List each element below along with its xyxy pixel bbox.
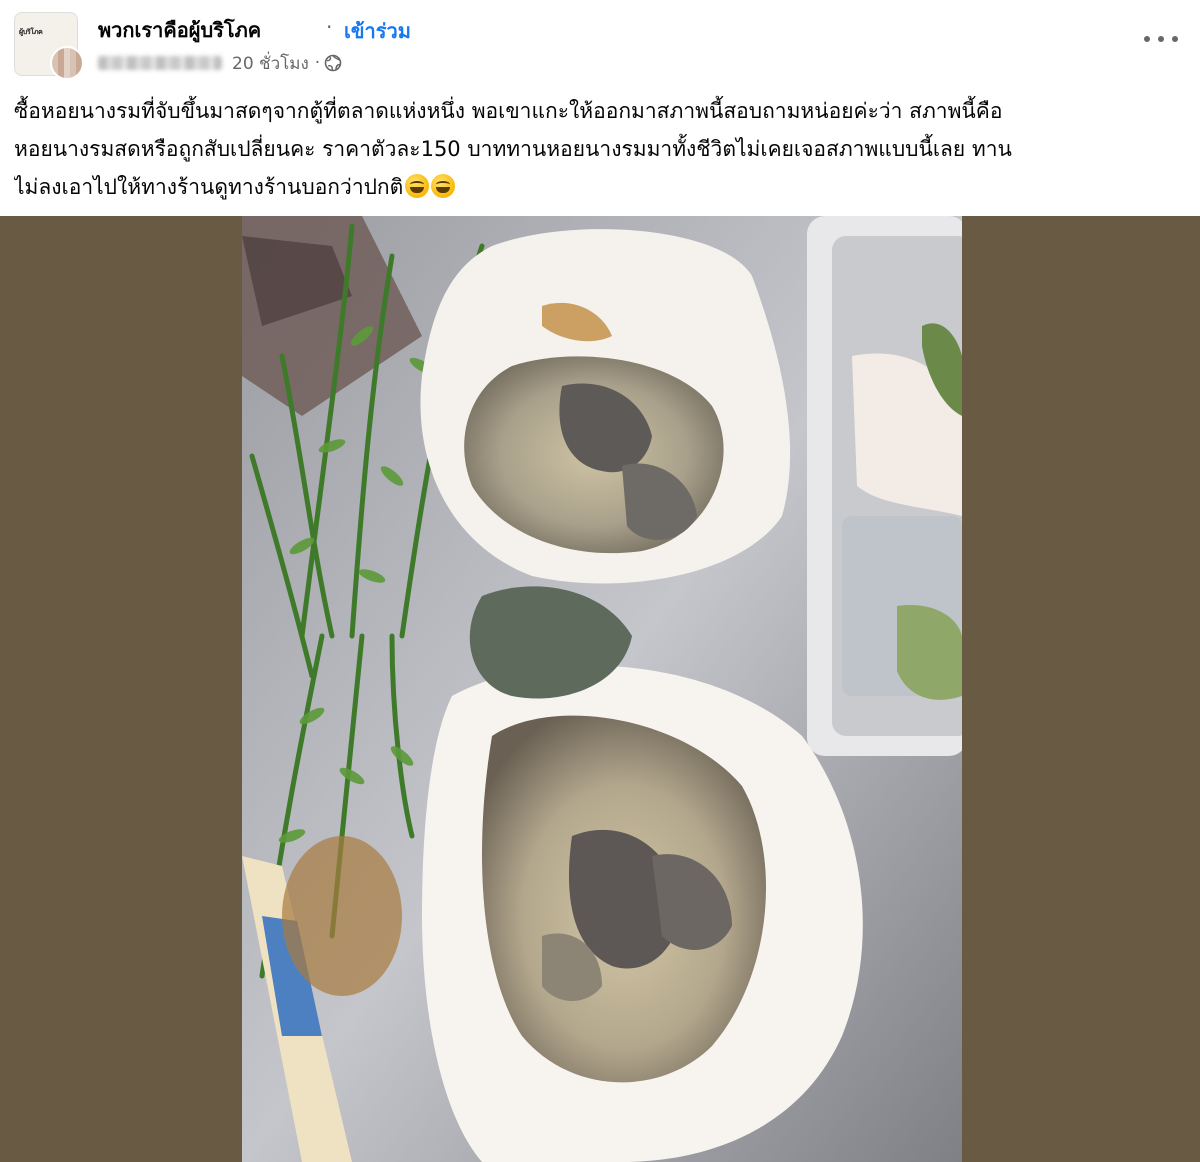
blurred-author-name <box>98 56 222 70</box>
post-text-line-3-wrap: ไม่ลงเอาไปให้ทางร้านดูทางร้านบอกว่าปกติ <box>14 168 1190 206</box>
post-text-line-1: ซื้อหอยนางรมที่จับขึ้นมาสดๆจากตู้ที่ตลาด… <box>14 99 1003 123</box>
globe-icon <box>324 54 342 72</box>
post-photo[interactable] <box>242 216 962 1162</box>
post-text-line-3: ไม่ลงเอาไปให้ทางร้านดูทางร้านบอกว่าปกติ <box>14 175 404 199</box>
more-options-icon[interactable] <box>1144 32 1178 46</box>
post-time[interactable]: 20 ชั่วโมง <box>232 50 309 77</box>
join-link[interactable]: เข้าร่วม <box>344 15 411 47</box>
separator-dot: · <box>326 15 333 39</box>
group-avatar-logo: ผู้บริโภค <box>19 27 43 36</box>
post-header: ผู้บริโภค พวกเราคือผู้บริโภค · เข้าร่วม … <box>0 0 1200 86</box>
join-separator: · <box>326 15 332 39</box>
post-body-text: ซื้อหอยนางรมที่จับขึ้นมาสดๆจากตู้ที่ตลาด… <box>14 92 1190 206</box>
post-text-line-2: หอยนางรมสดหรือถูกสับเปลี่ยนคะ ราคาตัวละ1… <box>14 137 1012 161</box>
post-photo-frame <box>0 216 1200 1162</box>
group-name-link[interactable]: พวกเราคือผู้บริโภค <box>98 14 261 46</box>
oyster-photo-illustration <box>242 216 962 1162</box>
meta-separator: · <box>314 53 321 73</box>
user-avatar-blurred[interactable] <box>50 46 84 80</box>
post-meta: 20 ชั่วโมง · <box>98 50 342 76</box>
grinning-sweat-emoji <box>431 174 456 198</box>
grinning-sweat-emoji <box>405 174 430 198</box>
